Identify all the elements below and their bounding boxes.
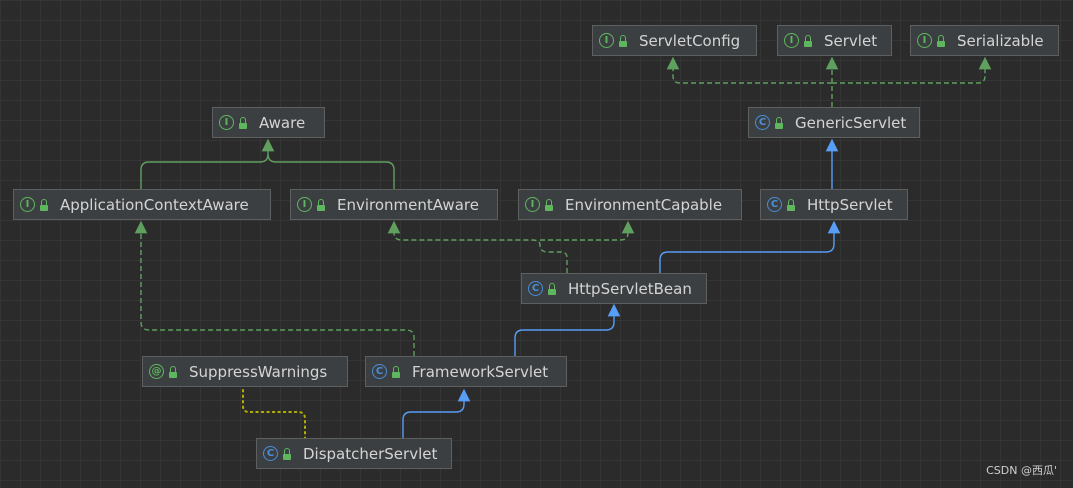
- interface-icon: I: [917, 33, 932, 48]
- node-environmentaware[interactable]: I EnvironmentAware: [290, 189, 498, 220]
- class-icon: C: [767, 197, 782, 212]
- class-icon: C: [528, 281, 543, 296]
- public-lock-icon: [787, 198, 797, 211]
- relations-layer: [134, 56, 992, 439]
- node-serializable[interactable]: I Serializable: [910, 25, 1059, 56]
- edge-httpservletbean-implements-environmentaware: [387, 220, 568, 273]
- node-label: Serializable: [957, 31, 1044, 50]
- node-label: Servlet: [824, 31, 878, 50]
- public-lock-icon: [548, 282, 558, 295]
- class-icon: C: [263, 446, 278, 461]
- node-aware[interactable]: I Aware: [212, 107, 325, 138]
- public-lock-icon: [169, 365, 179, 378]
- public-lock-icon: [40, 198, 50, 211]
- public-lock-icon: [937, 34, 947, 47]
- watermark: CSDN @西瓜': [986, 464, 1057, 477]
- public-lock-icon: [283, 447, 293, 460]
- edge-applicationcontextaware-extends-aware: [140, 138, 275, 189]
- node-httpservletbean[interactable]: C HttpServletBean: [521, 273, 707, 304]
- edge-dispatcherservlet-extends-frameworkservlet: [402, 388, 471, 438]
- node-label: DispatcherServlet: [303, 444, 438, 463]
- node-servlet[interactable]: I Servlet: [777, 25, 892, 56]
- node-label: HttpServletBean: [568, 279, 692, 298]
- public-lock-icon: [775, 116, 785, 129]
- node-label: HttpServlet: [807, 195, 893, 214]
- node-label: EnvironmentAware: [337, 195, 479, 214]
- edge-dispatcherservlet-annotated-suppresswarnings: [242, 389, 306, 439]
- node-label: Aware: [259, 113, 306, 132]
- node-genericservlet[interactable]: C GenericServlet: [748, 107, 920, 138]
- interface-icon: I: [219, 115, 234, 130]
- public-lock-icon: [804, 34, 814, 47]
- class-icon: C: [755, 115, 770, 130]
- node-frameworkservlet[interactable]: C FrameworkServlet: [365, 356, 567, 387]
- edge-implements-servletconfig: [666, 56, 832, 84]
- interface-icon: I: [297, 197, 312, 212]
- node-servletconfig[interactable]: I ServletConfig: [592, 25, 757, 56]
- node-dispatcherservlet[interactable]: C DispatcherServlet: [256, 438, 452, 469]
- public-lock-icon: [317, 198, 327, 211]
- node-suppresswarnings[interactable]: @ SuppressWarnings: [142, 356, 348, 387]
- edge-httpservletbean-extends-httpservlet: [659, 220, 841, 273]
- interface-icon: I: [784, 33, 799, 48]
- edge-frameworkservlet-extends-httpservletbean: [514, 303, 621, 356]
- node-label: ServletConfig: [639, 31, 741, 50]
- edge-frameworkservlet-implements-applicationcontextaware: [134, 220, 415, 356]
- node-applicationcontextaware[interactable]: I ApplicationContextAware: [13, 189, 271, 220]
- node-httpservlet[interactable]: C HttpServlet: [760, 189, 908, 220]
- node-label: EnvironmentCapable: [565, 195, 723, 214]
- edge-httpservletbean-implements-environmentcapable: [540, 220, 635, 241]
- node-label: ApplicationContextAware: [60, 195, 249, 214]
- node-environmentcapable[interactable]: I EnvironmentCapable: [518, 189, 742, 220]
- edge-implements-serializable: [832, 56, 992, 84]
- node-label: SuppressWarnings: [189, 362, 328, 381]
- edge-environmentaware-extends-aware: [267, 153, 395, 189]
- public-lock-icon: [239, 116, 249, 129]
- public-lock-icon: [619, 34, 629, 47]
- node-label: FrameworkServlet: [412, 362, 549, 381]
- interface-icon: I: [20, 197, 35, 212]
- annotation-icon: @: [149, 364, 164, 379]
- public-lock-icon: [392, 365, 402, 378]
- node-label: GenericServlet: [795, 113, 907, 132]
- interface-icon: I: [525, 197, 540, 212]
- public-lock-icon: [545, 198, 555, 211]
- class-icon: C: [372, 364, 387, 379]
- interface-icon: I: [599, 33, 614, 48]
